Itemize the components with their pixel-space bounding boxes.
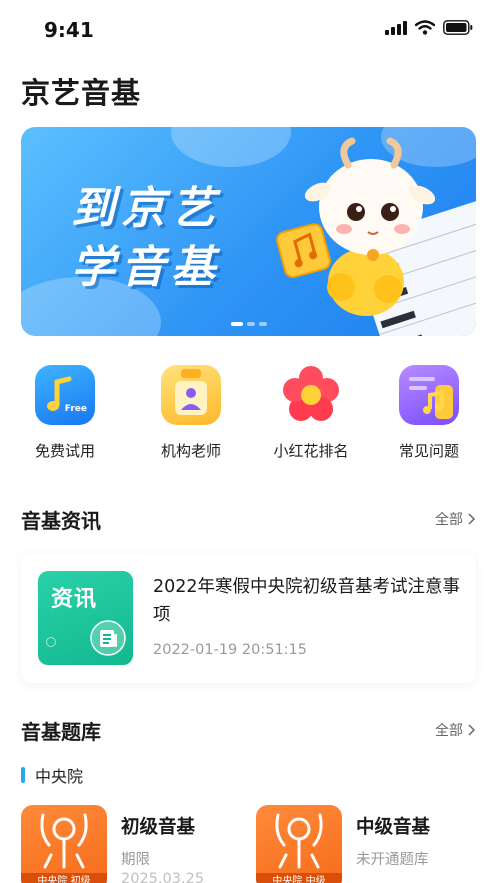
banner-headline-line2: 学音基: [71, 242, 221, 293]
course-status: 未开通题库: [356, 852, 429, 868]
course-status: 期限: [121, 852, 150, 868]
nav-label-faq: 常见问题: [398, 442, 459, 460]
battery-icon: [443, 20, 473, 35]
bank-view-all-link[interactable]: 全部: [435, 720, 475, 740]
banner-dot: [247, 322, 255, 326]
news-thumbnail: 资讯: [38, 571, 133, 665]
music-note-free-icon: Free: [35, 365, 95, 425]
music-document-icon: [399, 365, 459, 425]
nav-item-institution-teacher[interactable]: 机构老师: [136, 365, 246, 461]
category-accent-bar: [21, 767, 25, 783]
chevron-right-icon: [468, 724, 475, 736]
course-thumb-caption: 中央院 初级: [21, 873, 107, 883]
category-header: 中央院: [21, 763, 83, 787]
banner-dot-active: [231, 322, 243, 326]
nav-label-institution-teacher: 机构老师: [160, 442, 221, 460]
wifi-icon: [415, 20, 435, 35]
page-title: 京艺音基: [21, 76, 142, 110]
banner-pagination: [231, 322, 267, 326]
banner-headline-line1: 到京艺: [71, 183, 221, 234]
red-flower-icon: [281, 365, 341, 425]
nav-item-free-trial[interactable]: Free 免费试用: [10, 365, 120, 461]
course-expire-date: 2025.03.25: [121, 871, 205, 883]
news-view-all-link[interactable]: 全部: [435, 509, 475, 529]
news-section-title: 音基资讯: [21, 509, 101, 533]
nav-label-flower-ranking: 小红花排名: [273, 442, 349, 460]
status-time: 9:41: [44, 18, 94, 42]
cellular-signal-icon: [385, 20, 407, 35]
news-card[interactable]: 资讯 2022年寒假中央院初级音基考试注意事项 2022-01-19 20:51…: [21, 553, 476, 683]
news-view-all-label: 全部: [435, 512, 463, 528]
course-name: 初级音基: [121, 817, 196, 838]
status-bar: 9:41: [0, 0, 497, 58]
course-thumbnail: 中央院 初级: [21, 805, 107, 883]
status-icons: [385, 20, 473, 35]
news-thumb-label: 资讯: [51, 587, 98, 612]
bank-section-title: 音基题库: [21, 720, 101, 744]
promo-banner[interactable]: 到京艺 学音基: [21, 127, 476, 336]
nav-item-flower-ranking[interactable]: 小红花排名: [256, 365, 366, 461]
goat-mascot-illustration: [276, 137, 476, 336]
nav-label-free-trial: 免费试用: [34, 442, 95, 460]
course-thumb-caption: 中央院 中级: [256, 873, 342, 883]
bank-view-all-label: 全部: [435, 723, 463, 739]
teacher-badge-icon: [161, 365, 221, 425]
course-name: 中级音基: [356, 817, 431, 838]
course-card-beginner[interactable]: 中央院 初级 初级音基 期限 2025.03.25: [21, 805, 241, 883]
nav-item-faq[interactable]: 常见问题: [374, 365, 484, 461]
course-card-intermediate[interactable]: 中央院 中级 中级音基 未开通题库: [256, 805, 476, 883]
quick-nav: Free 免费试用 机构老师 小红花排名 常见问题: [0, 365, 497, 465]
conservatory-logo-icon: [275, 813, 323, 869]
chevron-right-icon: [468, 513, 475, 525]
banner-dot: [259, 322, 267, 326]
conservatory-logo-icon: [40, 813, 88, 869]
category-label: 中央院: [35, 767, 84, 786]
free-tag: Free: [64, 404, 87, 414]
news-title: 2022年寒假中央院初级音基考试注意事项: [153, 577, 461, 625]
news-date: 2022-01-19 20:51:15: [153, 642, 307, 658]
course-thumbnail: 中央院 中级: [256, 805, 342, 883]
newspaper-icon: [90, 620, 126, 656]
